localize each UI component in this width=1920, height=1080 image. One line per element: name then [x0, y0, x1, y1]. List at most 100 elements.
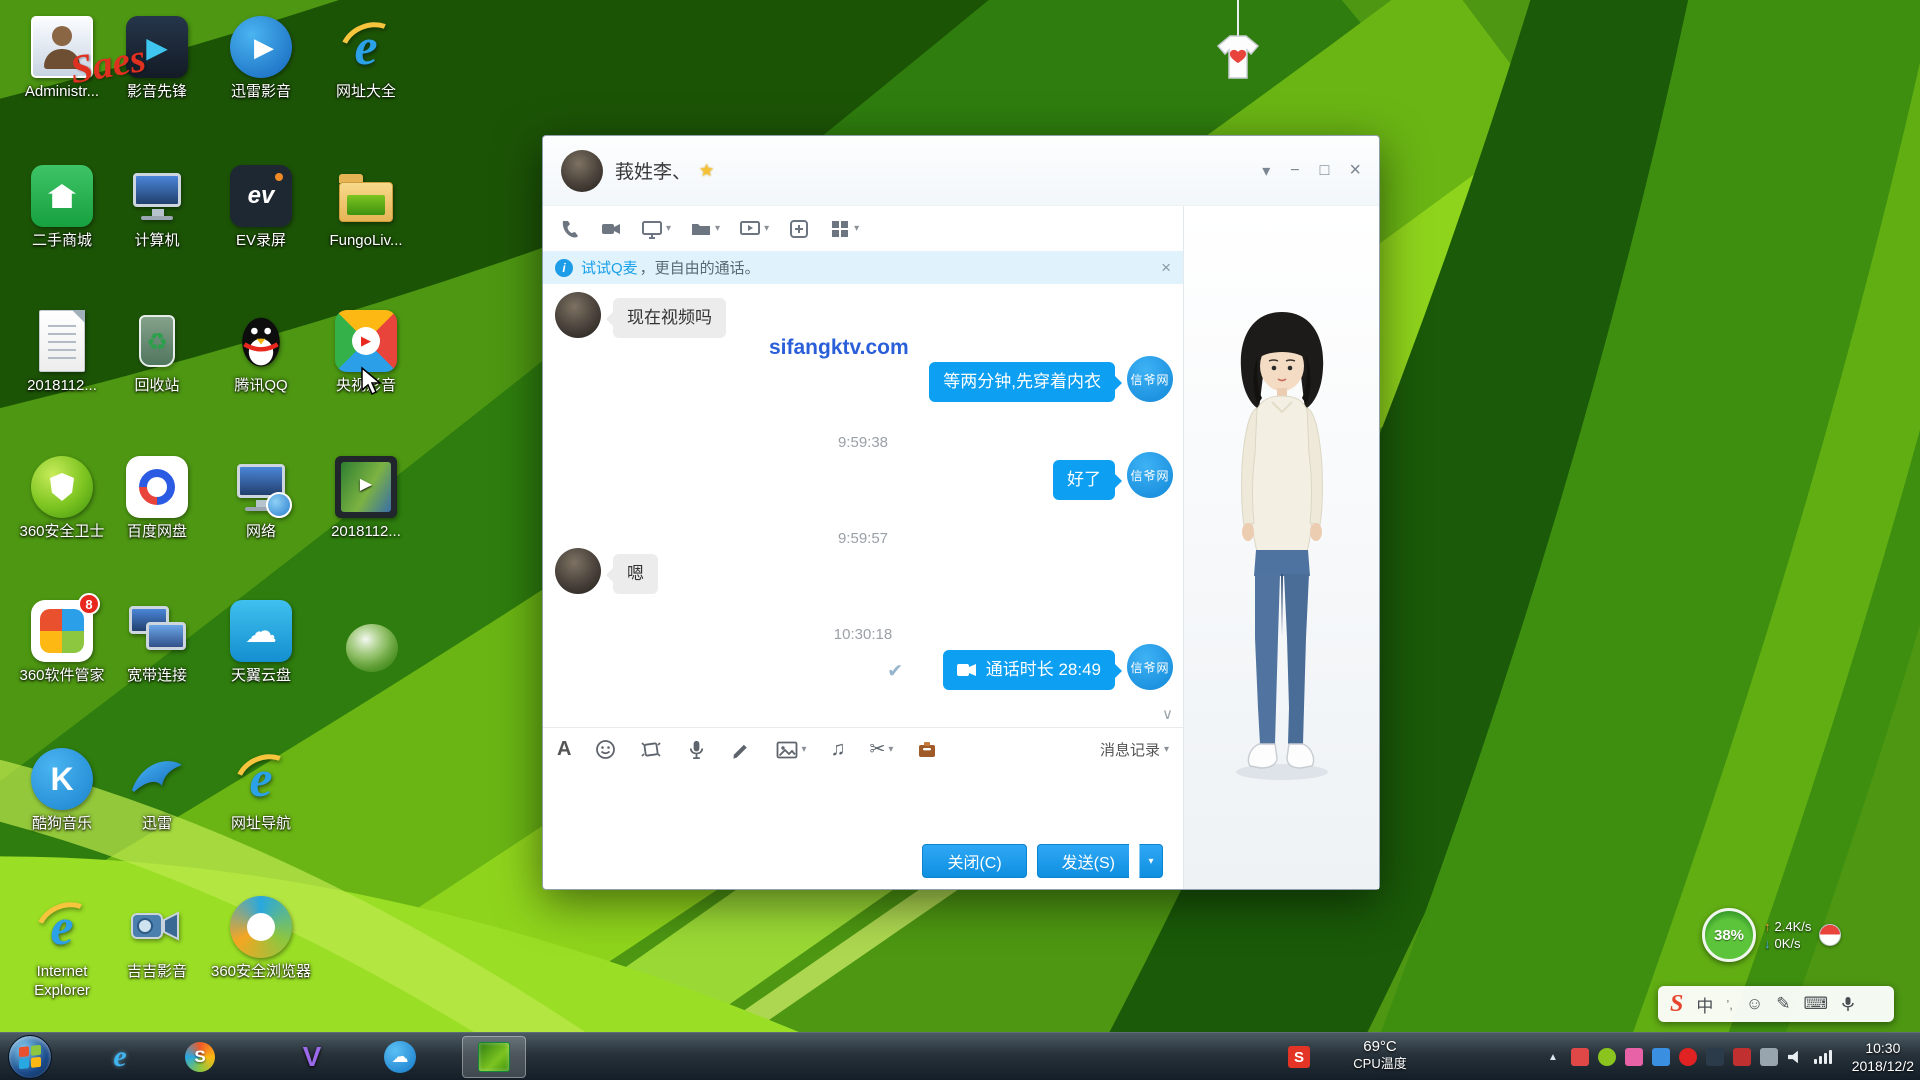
desktop-icon-video-file[interactable]: ▶ 2018112... — [314, 456, 418, 542]
desktop-icon-broadband-connection[interactable]: 宽带连接 — [105, 600, 209, 686]
desktop-icon-web-navigation[interactable]: e 网址导航 — [209, 748, 313, 834]
notice-close-icon[interactable]: × — [1161, 258, 1171, 278]
desktop-icon-text-document[interactable]: 2018112... — [10, 310, 114, 396]
upload-speed: 2.4K/s — [1775, 919, 1812, 934]
desktop-icon-baidu-netdisk[interactable]: 百度网盘 — [105, 456, 209, 542]
qq-show-character[interactable] — [1212, 306, 1352, 786]
message-box-icon[interactable] — [917, 740, 937, 760]
minimize-button[interactable]: − — [1290, 162, 1299, 180]
hidden-icons-button[interactable]: ▲ — [1544, 1048, 1562, 1066]
peer-message-avatar[interactable] — [555, 548, 601, 594]
tianyi-cloud-icon: ☁ — [230, 600, 292, 662]
tray-icon-gray[interactable] — [1760, 1048, 1778, 1066]
desktop-icon-fungolive-folder[interactable]: FungoLiv... — [314, 165, 418, 251]
send-file-icon[interactable]: ▾ — [690, 218, 720, 240]
tray-sogou-icon[interactable]: S — [1288, 1046, 1310, 1068]
clock-date: 2018/12/2 — [1852, 1057, 1914, 1075]
tray-icon-pink[interactable] — [1625, 1048, 1643, 1066]
sogou-ime-bar[interactable]: S 中 ’, ☺ ✎ ⌨ — [1658, 986, 1894, 1022]
message-input-area[interactable] — [543, 771, 1183, 833]
desktop-icon-360-browser[interactable]: 360安全浏览器 — [209, 896, 313, 982]
desktop-icon-jiji-player[interactable]: 吉吉影音 — [105, 896, 209, 982]
font-style-icon[interactable]: A — [557, 738, 571, 761]
create-group-icon[interactable] — [788, 218, 810, 240]
message-history-button[interactable]: 消息记录 ▾ — [1100, 739, 1169, 760]
apps-grid-icon[interactable]: ▾ — [829, 218, 859, 240]
close-chat-button[interactable]: 关闭(C) — [922, 844, 1026, 878]
close-button[interactable]: × — [1349, 159, 1361, 182]
desktop-icon-kugou-music[interactable]: K 酷狗音乐 — [10, 748, 114, 834]
screen-share-icon[interactable]: ▾ — [641, 218, 671, 240]
cpu-temp-value: 69°C — [1338, 1038, 1422, 1056]
message-list[interactable]: 现在视频吗 sifangktv.com 等两分钟,先穿着内衣 信爷网 9:59:… — [543, 284, 1183, 727]
taskbar-sogou-browser[interactable]: S — [178, 1037, 222, 1077]
music-icon[interactable]: ♫ — [830, 738, 845, 761]
network-signal-icon[interactable] — [1814, 1048, 1832, 1066]
ime-emoji-icon[interactable]: ☺ — [1746, 994, 1763, 1014]
send-options-icon[interactable]: ▾ — [1139, 844, 1163, 878]
emoji-icon[interactable] — [595, 739, 616, 760]
self-message-avatar[interactable]: 信爷网 — [1127, 356, 1173, 402]
tray-icon-crimson[interactable] — [1733, 1048, 1751, 1066]
tray-icon-green[interactable] — [1598, 1048, 1616, 1066]
360-software-manager-icon: 8 — [31, 600, 93, 662]
window-titlebar[interactable]: 莪姓李、 ★ ▾ − □ × — [543, 136, 1379, 206]
sogou-logo-icon[interactable]: S — [1670, 991, 1683, 1018]
tray-icon-red[interactable] — [1571, 1048, 1589, 1066]
360-mini-ball-icon[interactable] — [1819, 924, 1841, 946]
tray-icon-dark[interactable] — [1706, 1048, 1724, 1066]
self-message-avatar[interactable]: 信爷网 — [1127, 644, 1173, 690]
desktop-icon-360-software-manager[interactable]: 8 360软件管家 — [10, 600, 114, 686]
timestamp: 10:30:18 — [543, 626, 1183, 643]
ime-keyboard-icon[interactable]: ⌨ — [1803, 994, 1828, 1014]
self-message-avatar[interactable]: 信爷网 — [1127, 452, 1173, 498]
taskbar-cloud-app[interactable]: ☁ — [378, 1037, 422, 1077]
desktop-icon-xunlei[interactable]: 迅雷 — [105, 748, 209, 834]
window-shake-icon[interactable] — [640, 739, 662, 760]
desktop-icon-tencent-qq[interactable]: 腾讯QQ — [209, 310, 313, 396]
ime-mic-icon[interactable] — [1841, 996, 1855, 1012]
taskbar-active-app[interactable] — [462, 1036, 526, 1078]
message-bubble: 等两分钟,先穿着内衣 — [929, 362, 1115, 402]
maximize-button[interactable]: □ — [1320, 162, 1330, 180]
taskbar-internet-explorer[interactable]: e — [98, 1037, 142, 1077]
peer-avatar[interactable] — [561, 150, 603, 192]
start-button[interactable] — [8, 1035, 52, 1079]
tray-icon-blue[interactable] — [1652, 1048, 1670, 1066]
tray-icon-reddot[interactable] — [1679, 1048, 1697, 1066]
volume-icon[interactable] — [1787, 1048, 1805, 1066]
qmic-link[interactable]: 试试Q麦 — [581, 257, 638, 278]
doodle-icon[interactable] — [731, 739, 752, 760]
video-call-icon[interactable] — [600, 218, 622, 240]
desktop-icon-tianyi-cloud[interactable]: ☁ 天翼云盘 — [209, 600, 313, 686]
tencent-qq-icon — [230, 310, 292, 372]
desktop-icon-ev-recorder[interactable]: ev EV录屏 — [209, 165, 313, 251]
scroll-to-bottom-icon[interactable]: ∨ — [1162, 705, 1173, 723]
ime-punctuation-toggle[interactable]: ’, — [1726, 997, 1733, 1012]
baidu-netdisk-icon — [126, 456, 188, 518]
desktop-icon-computer[interactable]: 计算机 — [105, 165, 209, 251]
voice-call-icon[interactable] — [559, 218, 581, 240]
ime-handwriting-icon[interactable]: ✎ — [1776, 994, 1790, 1014]
desktop-icon-web-collection[interactable]: e 网址大全 — [314, 16, 418, 102]
skin-dropdown-icon[interactable]: ▾ — [1262, 161, 1270, 181]
desktop-icon-recycle-bin[interactable]: ♻ 回收站 — [105, 310, 209, 396]
remote-demo-icon[interactable]: ▾ — [739, 218, 769, 240]
taskbar-clock[interactable]: 10:30 2018/12/2 — [1852, 1039, 1914, 1075]
taskbar-v-app[interactable]: V — [290, 1037, 334, 1077]
screenshot-icon[interactable]: ✂ ▾ — [869, 738, 893, 761]
peer-message-avatar[interactable] — [555, 292, 601, 338]
send-image-icon[interactable]: ▾ — [776, 740, 806, 760]
desktop: Saes Administr... 二手商城 2018112... 360安全卫… — [0, 0, 1920, 1080]
ime-language-toggle[interactable]: 中 — [1696, 992, 1713, 1017]
desktop-icon-xunlei-player[interactable]: ▶ 迅雷影音 — [209, 16, 313, 102]
desktop-icon-secondhand-mall[interactable]: 二手商城 — [10, 165, 114, 251]
call-record-bubble[interactable]: 通话时长 28:49 — [943, 650, 1115, 690]
desktop-icon-360-safeguard[interactable]: 360安全卫士 — [10, 456, 114, 542]
360-speed-ball[interactable]: 38% — [1702, 908, 1756, 962]
desktop-icon-network[interactable]: 网络 — [209, 456, 313, 542]
net-speed-widget[interactable]: 38% ↑2.4K/s ↓0K/s — [1702, 908, 1841, 962]
send-button[interactable]: 发送(S) — [1037, 844, 1129, 878]
voice-message-icon[interactable] — [686, 739, 707, 760]
desktop-icon-internet-explorer[interactable]: e Internet Explorer — [10, 896, 114, 1001]
